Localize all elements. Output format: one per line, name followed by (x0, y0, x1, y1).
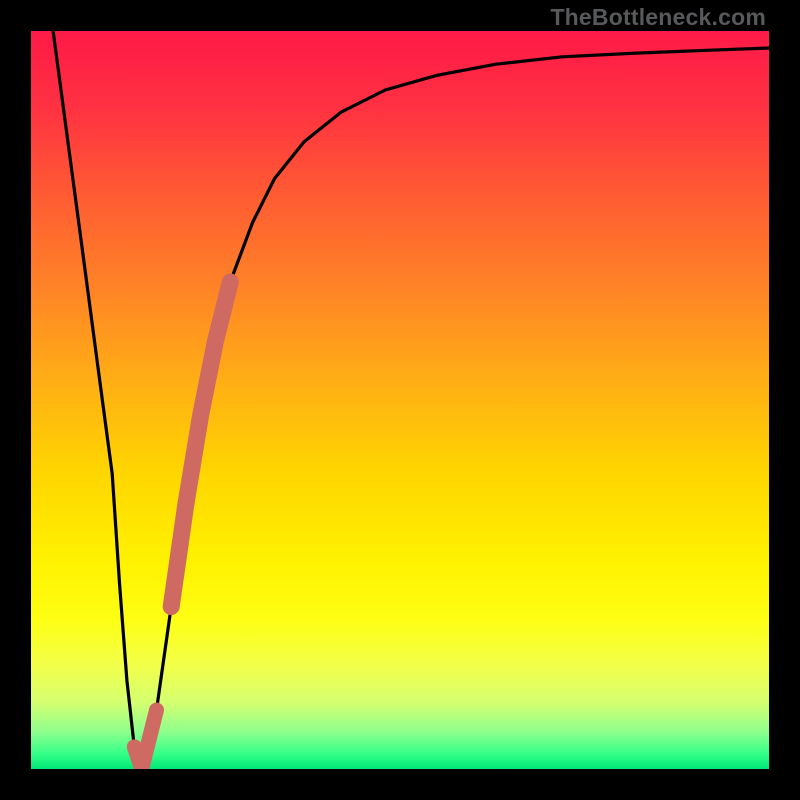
watermark-text: TheBottleneck.com (550, 4, 766, 31)
highlight-segment (134, 282, 230, 769)
chart-frame: TheBottleneck.com (0, 0, 800, 800)
plot-area (31, 31, 769, 769)
curve-layer (31, 31, 769, 769)
bottleneck-curve (53, 31, 769, 769)
